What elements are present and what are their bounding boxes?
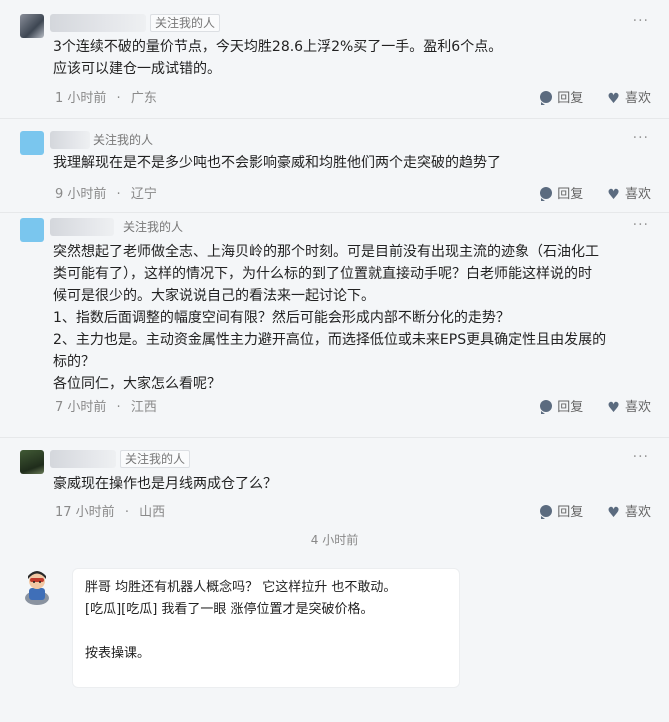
more-options-icon[interactable]: ··· [633,449,649,465]
comment-location: 江西 [130,400,157,415]
comment-text: 豪威现在操作也是月线两成仓了么？ [53,473,649,495]
reply-button[interactable]: 回复 [540,400,583,415]
reply-icon [540,187,553,201]
like-label: 喜欢 [624,91,651,106]
comment-time: 17 小时前 [55,505,115,520]
divider [0,437,669,438]
comment-line: 我理解现在是不是多少吨也不会影响豪威和均胜他们两个走突破的趋势了 [53,155,501,171]
comment-line: 各位同仁，大家怎么看呢？ [53,376,221,392]
username-blurred[interactable] [50,218,114,236]
reply-label: 回复 [557,187,584,202]
chat-line: 胖哥 均胜还有机器人概念吗？ 它这样拉升 也不敢动。 [85,580,397,595]
comment-line: 突然想起了老师做全志、上海贝岭的那个时刻。可是目前没有出现主流的迹象（石油化工 [53,244,599,260]
comment-line: 标的？ [53,354,95,370]
meta-separator: · [116,91,121,106]
reply-button[interactable]: 回复 [540,187,583,202]
username-blurred[interactable] [50,14,146,32]
like-button[interactable]: ♥ 喜欢 [607,187,651,203]
reply-button[interactable]: 回复 [540,91,583,106]
chat-avatar[interactable] [20,568,54,606]
reply-icon [540,505,553,519]
comment-line: 应该可以建仓一成试错的。 [53,61,221,77]
user-avatar[interactable] [20,14,44,38]
comment-time: 9 小时前 [55,187,107,202]
comment-text: 突然想起了老师做全志、上海贝岭的那个时刻。可是目前没有出现主流的迹象（石油化工 … [53,241,649,395]
comment-actions: 回复 ♥ 喜欢 [520,87,651,107]
comment-meta: 7 小时前 · 江西 [55,396,157,415]
reply-icon [540,91,553,105]
reply-button[interactable]: 回复 [540,505,583,520]
username-blurred[interactable] [50,131,90,149]
like-label: 喜欢 [624,505,651,520]
comment-time: 7 小时前 [55,400,107,415]
comment-line: 3个连续不破的量价节点，今天均胜28.6上浮2%买了一手。盈利6个点。 [53,39,503,55]
like-button[interactable]: ♥ 喜欢 [607,400,651,416]
reply-label: 回复 [557,400,584,415]
more-options-icon[interactable]: ··· [633,217,649,233]
follow-tag: 关注我的人 [123,220,184,234]
more-options-icon[interactable]: ··· [633,130,649,146]
comment-line: 候可是很少的。大家说说自己的看法来一起讨论下。 [53,288,375,304]
cartoon-avatar-icon [25,571,49,605]
follow-tag: 关注我的人 [150,14,221,32]
comment-meta: 17 小时前 · 山西 [55,501,165,520]
comment-actions: 回复 ♥ 喜欢 [520,183,651,203]
like-button[interactable]: ♥ 喜欢 [607,505,651,521]
comment-meta: 9 小时前 · 辽宁 [55,183,157,202]
comment-meta: 1 小时前 · 广东 [55,87,157,106]
chat-line: 按表操课。 [85,646,151,661]
meta-separator: · [116,400,121,415]
like-label: 喜欢 [624,187,651,202]
comment-line: 2、主力也是。主动资金属性主力避开高位，而选择低位或未来EPS更具确定性且由发展… [53,332,607,348]
chat-line [85,621,447,643]
divider [0,212,669,213]
reply-label: 回复 [557,505,584,520]
user-avatar[interactable] [20,218,44,242]
comment-line: 豪威现在操作也是月线两成仓了么？ [53,476,277,492]
reply-icon [540,400,553,414]
user-avatar[interactable] [20,450,44,474]
chat-message-bubble: 胖哥 均胜还有机器人概念吗？ 它这样拉升 也不敢动。 [吃瓜][吃瓜] 我看了一… [72,568,460,688]
comment-location: 广东 [130,91,157,106]
comment-line: 类可能有了），这样的情况下，为什么标的到了位置就直接动手呢？白老师能这样说的时 [53,266,592,282]
comment-text: 我理解现在是不是多少吨也不会影响豪威和均胜他们两个走突破的趋势了 [53,152,649,174]
comment-location: 辽宁 [130,187,157,202]
like-label: 喜欢 [624,400,651,415]
heart-icon: ♥ [607,91,620,107]
more-options-icon[interactable]: ··· [633,13,649,29]
meta-separator: · [116,187,121,202]
follow-tag: 关注我的人 [120,450,191,468]
comment-text: 3个连续不破的量价节点，今天均胜28.6上浮2%买了一手。盈利6个点。 应该可以… [53,36,649,80]
heart-icon: ♥ [607,505,620,521]
heart-icon: ♥ [607,400,620,416]
username-blurred[interactable] [50,450,116,468]
chat-line: [吃瓜][吃瓜] 我看了一眼 涨停位置才是突破价格。 [85,602,374,617]
comment-actions: 回复 ♥ 喜欢 [520,396,651,416]
reply-label: 回复 [557,91,584,106]
heart-icon: ♥ [607,187,620,203]
meta-separator: · [124,505,129,520]
follow-tag: 关注我的人 [93,133,154,147]
user-avatar[interactable] [20,131,44,155]
like-button[interactable]: ♥ 喜欢 [607,91,651,107]
chat-time-divider: 4 小时前 [310,533,359,547]
comment-actions: 回复 ♥ 喜欢 [520,501,651,521]
comment-location: 山西 [139,505,166,520]
comment-time: 1 小时前 [55,91,107,106]
comment-line: 1、指数后面调整的幅度空间有限？然后可能会形成内部不断分化的走势？ [53,310,510,326]
divider [0,118,669,119]
